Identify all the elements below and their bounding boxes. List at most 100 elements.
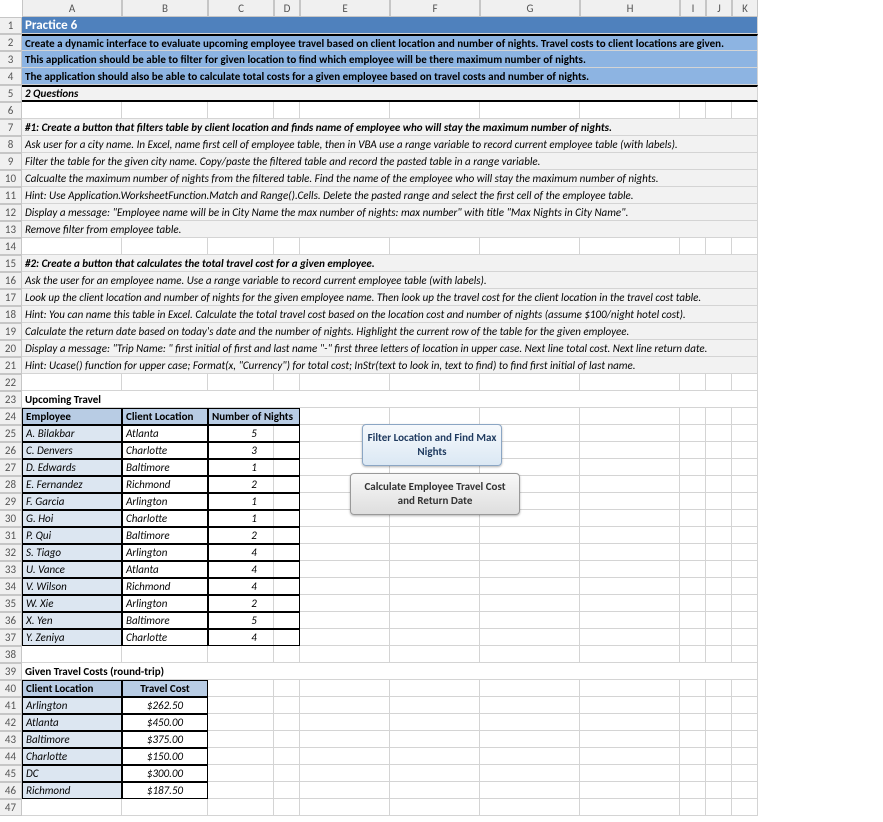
- row-header[interactable]: 13: [0, 221, 22, 238]
- cell[interactable]: [22, 646, 122, 663]
- cell[interactable]: [680, 578, 706, 595]
- cell[interactable]: [300, 374, 390, 391]
- cell[interactable]: [300, 765, 390, 782]
- cell[interactable]: [390, 765, 480, 782]
- cell[interactable]: [208, 102, 274, 119]
- cell[interactable]: [480, 595, 580, 612]
- cell[interactable]: [732, 102, 758, 119]
- cell[interactable]: [274, 102, 300, 119]
- cell[interactable]: [580, 578, 680, 595]
- cell[interactable]: [480, 765, 580, 782]
- cell[interactable]: [680, 765, 706, 782]
- cell[interactable]: [732, 527, 758, 544]
- row-header[interactable]: 27: [0, 459, 22, 476]
- cell[interactable]: [680, 782, 706, 799]
- cell[interactable]: [480, 578, 580, 595]
- cell[interactable]: [580, 238, 680, 255]
- cell[interactable]: [580, 714, 680, 731]
- row-header[interactable]: 21: [0, 357, 22, 374]
- cell[interactable]: [706, 374, 732, 391]
- cell[interactable]: [274, 799, 300, 816]
- cell[interactable]: [274, 748, 300, 765]
- cell[interactable]: [680, 527, 706, 544]
- cell[interactable]: [300, 102, 390, 119]
- cell[interactable]: [390, 544, 480, 561]
- row-header[interactable]: 17: [0, 289, 22, 306]
- cell[interactable]: [390, 714, 480, 731]
- row-header[interactable]: 45: [0, 765, 22, 782]
- row-header[interactable]: 11: [0, 187, 22, 204]
- cell[interactable]: [706, 561, 732, 578]
- cell[interactable]: [680, 629, 706, 646]
- row-header[interactable]: 5: [0, 85, 22, 102]
- cell[interactable]: [680, 612, 706, 629]
- cell[interactable]: [480, 799, 580, 816]
- row-header[interactable]: 25: [0, 425, 22, 442]
- cell[interactable]: [390, 697, 480, 714]
- cell[interactable]: [580, 442, 680, 459]
- cell[interactable]: [706, 544, 732, 561]
- cell[interactable]: [390, 731, 480, 748]
- cell[interactable]: [580, 408, 680, 425]
- cell[interactable]: [208, 374, 274, 391]
- cell[interactable]: [732, 561, 758, 578]
- cell[interactable]: [300, 714, 390, 731]
- cell[interactable]: [274, 714, 300, 731]
- cell[interactable]: [680, 544, 706, 561]
- row-header[interactable]: 14: [0, 238, 22, 255]
- cell[interactable]: [680, 697, 706, 714]
- cell[interactable]: [390, 595, 480, 612]
- cell[interactable]: [706, 238, 732, 255]
- row-header[interactable]: 18: [0, 306, 22, 323]
- cell[interactable]: [122, 238, 208, 255]
- cell[interactable]: [732, 476, 758, 493]
- cell[interactable]: [580, 510, 680, 527]
- row-header[interactable]: 4: [0, 68, 22, 85]
- cell[interactable]: [580, 476, 680, 493]
- cell[interactable]: [706, 476, 732, 493]
- cell[interactable]: [732, 782, 758, 799]
- cell[interactable]: [706, 527, 732, 544]
- cell[interactable]: [706, 102, 732, 119]
- cell[interactable]: [300, 561, 390, 578]
- cell[interactable]: [274, 731, 300, 748]
- cell[interactable]: [580, 595, 680, 612]
- cell[interactable]: [300, 731, 390, 748]
- cell[interactable]: [732, 493, 758, 510]
- col-header[interactable]: J: [706, 0, 732, 17]
- cell[interactable]: [390, 561, 480, 578]
- cell[interactable]: [680, 561, 706, 578]
- select-all-corner[interactable]: [0, 0, 22, 17]
- cell[interactable]: [732, 238, 758, 255]
- cell[interactable]: [122, 799, 208, 816]
- cell[interactable]: [300, 697, 390, 714]
- cell[interactable]: [732, 408, 758, 425]
- cell[interactable]: [390, 102, 480, 119]
- cell[interactable]: [706, 748, 732, 765]
- cell[interactable]: [480, 731, 580, 748]
- row-header[interactable]: 32: [0, 544, 22, 561]
- cell[interactable]: [480, 408, 580, 425]
- row-header[interactable]: 8: [0, 136, 22, 153]
- cell[interactable]: [706, 782, 732, 799]
- cell[interactable]: [680, 646, 706, 663]
- cell[interactable]: [390, 782, 480, 799]
- cell[interactable]: [390, 527, 480, 544]
- cell[interactable]: [680, 799, 706, 816]
- cell[interactable]: [732, 629, 758, 646]
- cell[interactable]: [22, 374, 122, 391]
- row-header[interactable]: 28: [0, 476, 22, 493]
- cell[interactable]: [480, 374, 580, 391]
- cell[interactable]: [580, 374, 680, 391]
- row-header[interactable]: 10: [0, 170, 22, 187]
- cell[interactable]: [300, 799, 390, 816]
- cell[interactable]: [580, 102, 680, 119]
- cell[interactable]: [390, 408, 480, 425]
- cell[interactable]: [580, 493, 680, 510]
- cell[interactable]: [732, 578, 758, 595]
- cell[interactable]: [300, 629, 390, 646]
- cell[interactable]: [390, 646, 480, 663]
- cell[interactable]: [580, 459, 680, 476]
- cell[interactable]: [680, 425, 706, 442]
- cell[interactable]: [300, 748, 390, 765]
